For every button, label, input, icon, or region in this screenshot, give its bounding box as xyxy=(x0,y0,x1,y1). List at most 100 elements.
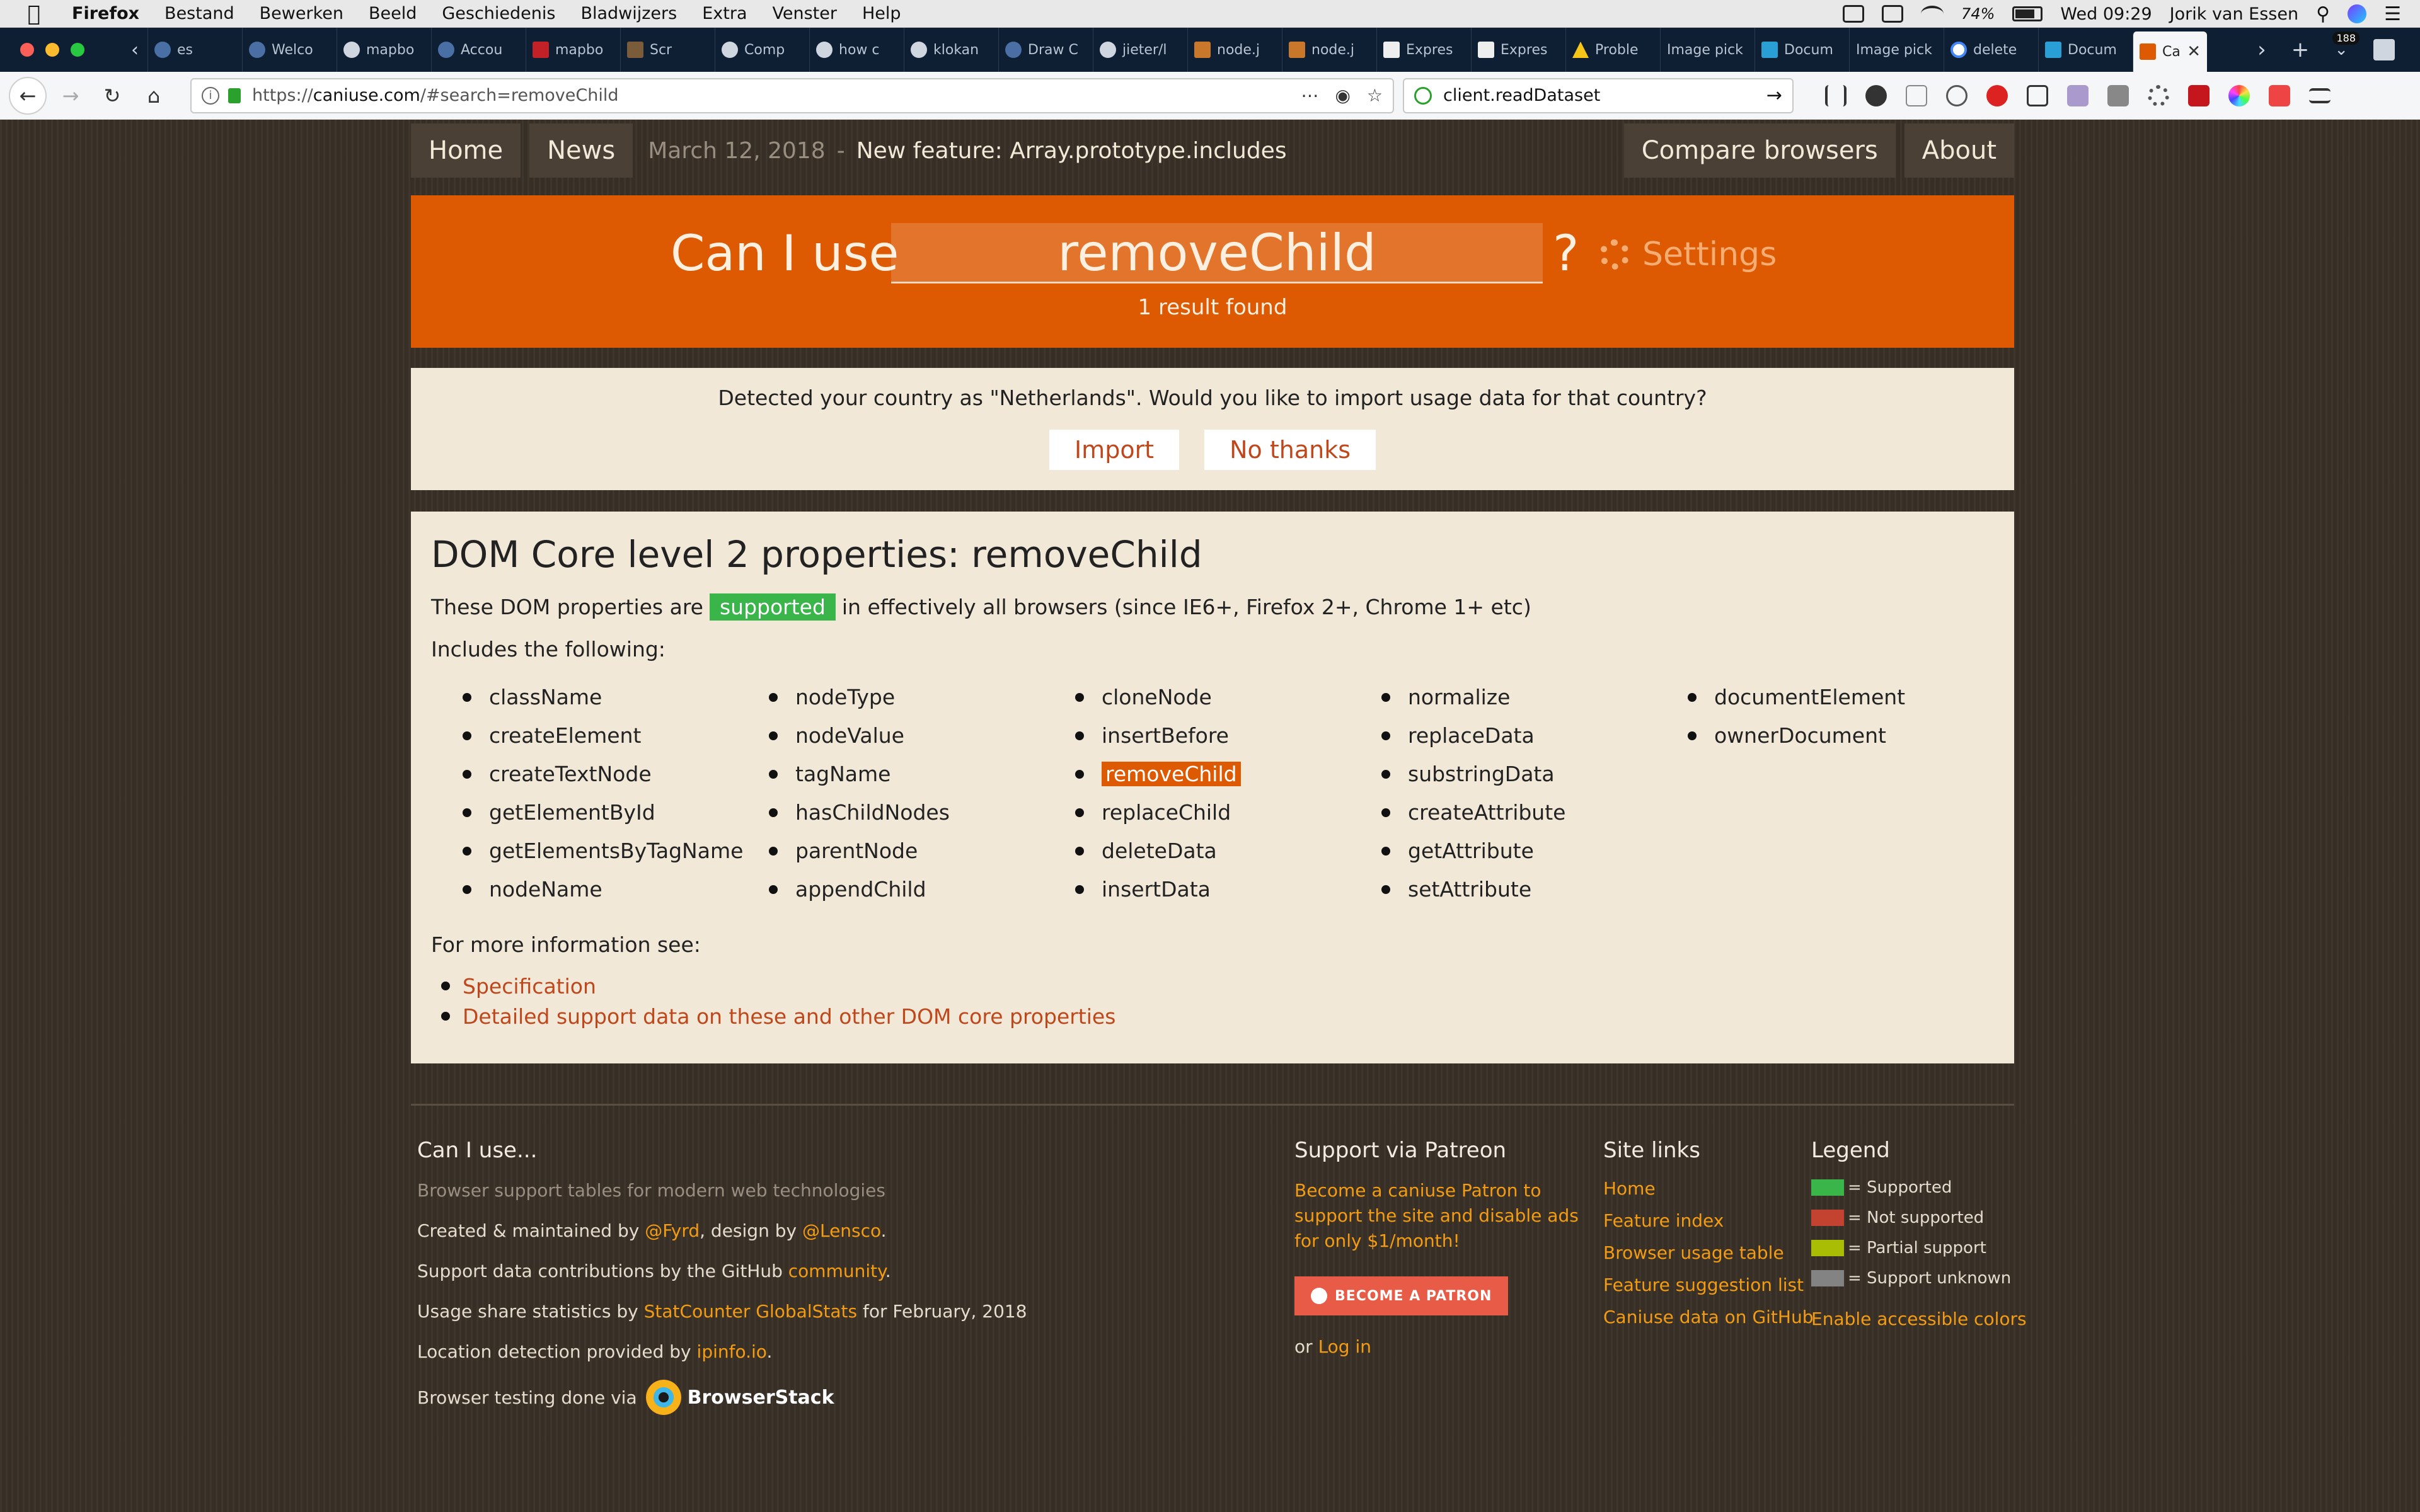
url-bar[interactable]: i https://caniuse.com/#search=removeChil… xyxy=(190,77,1394,113)
import-button[interactable]: Import xyxy=(1049,430,1180,470)
menu-bestand[interactable]: Bestand xyxy=(164,4,234,23)
tab[interactable]: Docum xyxy=(1754,28,1849,72)
tab[interactable]: node.j xyxy=(1187,28,1282,72)
search-go-arrow-icon[interactable]: → xyxy=(1766,84,1782,106)
zoom-window-button[interactable] xyxy=(71,43,84,57)
screen-mirror-icon[interactable] xyxy=(1843,5,1865,23)
footer-home-link[interactable]: Home xyxy=(1603,1178,1813,1199)
search-engine-icon[interactable] xyxy=(1414,86,1432,105)
clock[interactable]: Wed 09:29 xyxy=(2060,4,2152,24)
lensco-link[interactable]: @Lensco xyxy=(802,1220,881,1241)
minimize-window-button[interactable] xyxy=(45,43,59,57)
browserstack-logo-icon[interactable] xyxy=(645,1380,681,1415)
dark-mode-icon[interactable] xyxy=(1865,84,1887,106)
feature-index-link[interactable]: Feature index xyxy=(1603,1210,1813,1231)
home-icon[interactable]: ⌂ xyxy=(136,84,171,108)
display-icon[interactable] xyxy=(1882,5,1904,23)
back-arrow-icon[interactable]: ← xyxy=(9,76,47,115)
menu-app-firefox[interactable]: Firefox xyxy=(72,4,139,23)
tab[interactable]: mapbo xyxy=(526,28,620,72)
tab[interactable]: es xyxy=(147,28,242,72)
detailed-support-link[interactable]: Detailed support data on these and other… xyxy=(463,1004,1115,1029)
new-tab-icon[interactable]: + xyxy=(2291,37,2310,62)
url-text[interactable]: https://caniuse.com/#search=removeChild xyxy=(252,86,1284,105)
battery-icon[interactable] xyxy=(2012,6,2043,21)
tab[interactable]: Accou xyxy=(431,28,526,72)
search-bar[interactable]: client.readDataset → xyxy=(1403,77,1794,113)
statcounter-link[interactable]: StatCounter GlobalStats xyxy=(644,1301,857,1322)
tab[interactable]: Image pick xyxy=(1849,28,1944,72)
menu-geschiedenis[interactable]: Geschiedenis xyxy=(442,4,555,23)
tab[interactable]: Expres xyxy=(1376,28,1471,72)
tab-scroll-left-icon[interactable]: ‹ xyxy=(122,39,147,61)
siri-icon[interactable] xyxy=(2348,4,2367,23)
tab[interactable]: Expres xyxy=(1471,28,1565,72)
notification-center-icon[interactable]: ☰ xyxy=(2384,3,2401,25)
tab[interactable]: Draw C xyxy=(998,28,1093,72)
close-tab-icon[interactable]: ✕ xyxy=(2187,42,2201,61)
puzzle-icon[interactable] xyxy=(1946,84,1968,106)
menu-venster[interactable]: Venster xyxy=(773,4,837,23)
menu-beeld[interactable]: Beeld xyxy=(369,4,417,23)
tab[interactable]: Comp xyxy=(715,28,809,72)
login-link[interactable]: Log in xyxy=(1318,1336,1371,1357)
latest-news[interactable]: March 12, 2018 - New feature: Array.prot… xyxy=(648,123,1286,178)
extension-icon[interactable] xyxy=(2373,39,2395,60)
menu-help[interactable]: Help xyxy=(862,4,901,23)
ipinfo-link[interactable]: ipinfo.io xyxy=(697,1341,767,1362)
site-info-icon[interactable]: i xyxy=(202,86,219,105)
pocket-icon[interactable]: ◉ xyxy=(1335,85,1350,106)
settings-gear-icon[interactable] xyxy=(2148,84,2169,106)
nav-about-link[interactable]: About xyxy=(1904,123,2014,178)
tab[interactable]: klokan xyxy=(904,28,998,72)
user-name[interactable]: Jorik van Essen xyxy=(2170,4,2298,24)
become-patron-button[interactable]: BECOME A PATRON xyxy=(1294,1276,1509,1315)
feature-title[interactable]: DOM Core level 2 properties: removeChild xyxy=(431,533,1994,576)
apple-icon[interactable]:  xyxy=(21,1,47,26)
close-window-button[interactable] xyxy=(20,43,34,57)
nav-compare-browsers-link[interactable]: Compare browsers xyxy=(1623,123,1896,178)
tab[interactable]: Docum xyxy=(2038,28,2133,72)
wifi-icon[interactable] xyxy=(1921,6,1944,22)
cors-icon[interactable] xyxy=(2269,84,2290,106)
caniuse-github-link[interactable]: Caniuse data on GitHub xyxy=(1603,1307,1813,1327)
specification-link[interactable]: Specification xyxy=(463,974,596,999)
tab[interactable]: jieter/l xyxy=(1093,28,1187,72)
tab[interactable]: delete xyxy=(1944,28,2038,72)
nav-news-link[interactable]: News xyxy=(529,123,633,178)
menu-bewerken[interactable]: Bewerken xyxy=(260,4,343,23)
feature-suggestion-link[interactable]: Feature suggestion list xyxy=(1603,1274,1813,1295)
tab[interactable]: Image pick xyxy=(1660,28,1754,72)
tab[interactable]: Proble xyxy=(1565,28,1660,72)
nav-home-link[interactable]: Home xyxy=(411,123,521,178)
color-wheel-icon[interactable] xyxy=(2228,84,2250,106)
settings-button[interactable]: Settings xyxy=(1599,236,1777,273)
pdf-icon[interactable] xyxy=(2188,84,2210,106)
eyedropper-icon[interactable] xyxy=(2067,84,2089,106)
tab[interactable]: how c xyxy=(809,28,904,72)
menu-hamburger-icon[interactable] xyxy=(2309,88,2331,103)
tab[interactable]: Scr xyxy=(620,28,715,72)
bookmark-star-icon[interactable]: ☆ xyxy=(1367,85,1383,106)
menu-bladwijzers[interactable]: Bladwijzers xyxy=(580,4,677,23)
tab[interactable]: Welco xyxy=(242,28,337,72)
adblock-icon[interactable] xyxy=(1986,84,2008,106)
sidebar-icon[interactable] xyxy=(2027,84,2048,106)
tab-scroll-right-icon[interactable]: › xyxy=(2257,37,2266,62)
feature-search-input[interactable]: removeChild xyxy=(891,223,1543,284)
clipboard-icon[interactable] xyxy=(2107,84,2129,106)
tab-active-caniuse[interactable]: Ca ✕ xyxy=(2133,32,2207,72)
tab[interactable]: mapbo xyxy=(337,28,431,72)
browserstack-link[interactable]: BrowserStack xyxy=(688,1387,834,1409)
accessible-colors-link[interactable]: Enable accessible colors xyxy=(1811,1307,2027,1332)
reload-icon[interactable]: ↻ xyxy=(95,84,130,108)
fyrd-link[interactable]: @Fyrd xyxy=(645,1220,700,1241)
browser-usage-table-link[interactable]: Browser usage table xyxy=(1603,1242,1813,1263)
no-thanks-button[interactable]: No thanks xyxy=(1204,430,1376,470)
spotlight-icon[interactable]: ⚲ xyxy=(2316,3,2330,25)
menu-extra[interactable]: Extra xyxy=(702,4,747,23)
tab[interactable]: node.j xyxy=(1282,28,1376,72)
community-link[interactable]: community xyxy=(788,1261,885,1281)
forward-arrow-icon[interactable]: → xyxy=(53,84,88,108)
text-icon[interactable] xyxy=(1906,84,1927,106)
